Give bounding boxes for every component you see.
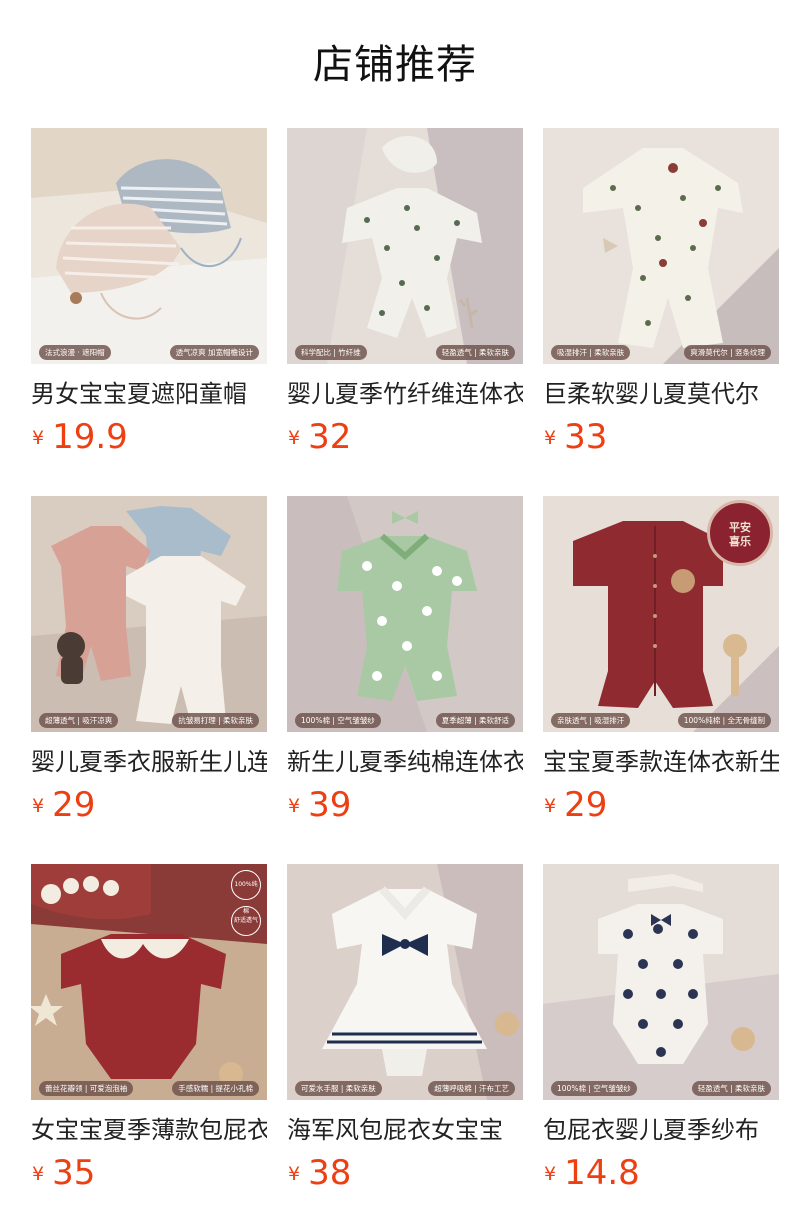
product-price: ¥19.9 xyxy=(32,415,128,459)
price-value: 38 xyxy=(308,1153,352,1193)
product-tag: 100%棉 | 空气皱皱纱 xyxy=(551,1081,637,1096)
sailor-dress-bodysuit-photo xyxy=(287,864,523,1100)
product-card[interactable]: 平安 喜乐 亲肤透气 | 吸湿排汗 100%纯棉 | 全无骨缝制 宝宝夏季款连体… xyxy=(543,496,779,826)
long-sleeve-rompers-photo xyxy=(31,496,267,732)
product-price: ¥38 xyxy=(288,1151,351,1195)
product-price: ¥32 xyxy=(288,415,351,459)
price-value: 33 xyxy=(564,417,608,457)
badge-label: 平安 喜乐 xyxy=(707,500,773,566)
product-name[interactable]: 海军风包屁衣女宝宝 xyxy=(287,1113,523,1147)
product-tag: 轻盈透气 | 柔软亲肤 xyxy=(691,1081,771,1096)
product-image[interactable]: 100%棉 | 空气皱皱纱 夏季超薄 | 柔软舒适 xyxy=(287,496,523,732)
product-tag: 超薄呼吸棉 | 汗布工艺 xyxy=(428,1081,515,1096)
product-tag: 蕾丝花瓣领 | 可爱泡泡袖 xyxy=(39,1081,134,1096)
price-value: 19.9 xyxy=(52,417,128,457)
product-card[interactable]: 可爱水手服 | 柔软亲肤 超薄呼吸棉 | 汗布工艺 海军风包屁衣女宝宝 ¥38 xyxy=(287,864,523,1194)
product-tag: 法式浪漫 · 遮阳帽 xyxy=(39,345,111,360)
currency-symbol: ¥ xyxy=(32,427,45,449)
product-tag: 吸湿排汗 | 柔软亲肤 xyxy=(551,345,631,360)
product-name[interactable]: 女宝宝夏季薄款包屁衣 xyxy=(31,1113,267,1147)
baby-bonnet-hats-photo xyxy=(31,128,267,364)
product-card[interactable]: 超薄透气 | 吸汗凉爽 抗皱易打理 | 柔软亲肤 婴儿夏季衣服新生儿连体衣 ¥2… xyxy=(31,496,267,826)
price-value: 32 xyxy=(308,417,352,457)
product-image[interactable]: 吸湿排汗 | 柔软亲肤 爽滑莫代尔 | 竖条纹理 xyxy=(543,128,779,364)
currency-symbol: ¥ xyxy=(544,427,557,449)
product-name[interactable]: 婴儿夏季竹纤维连体衣 xyxy=(287,377,523,411)
price-value: 35 xyxy=(52,1153,96,1193)
price-value: 29 xyxy=(52,785,96,825)
currency-symbol: ¥ xyxy=(288,427,301,449)
currency-symbol: ¥ xyxy=(544,795,557,817)
product-card[interactable]: 100%棉 | 空气皱皱纱 轻盈透气 | 柔软亲肤 包屁衣婴儿夏季纱布 ¥14.… xyxy=(543,864,779,1194)
product-tag: 手感软糯 | 提花小孔棉 xyxy=(172,1081,259,1096)
product-tag: 透气凉爽 加宽帽檐设计 xyxy=(169,345,259,360)
product-card[interactable]: 100%棉 | 空气皱皱纱 夏季超薄 | 柔软舒适 新生儿夏季纯棉连体衣 ¥39 xyxy=(287,496,523,826)
product-price: ¥29 xyxy=(544,783,607,827)
product-image[interactable]: 超薄透气 | 吸汗凉爽 抗皱易打理 | 柔软亲肤 xyxy=(31,496,267,732)
product-price: ¥39 xyxy=(288,783,351,827)
product-card[interactable]: 法式浪漫 · 遮阳帽 透气凉爽 加宽帽檐设计 男女宝宝夏遮阳童帽 ¥19.9 xyxy=(31,128,267,458)
product-price: ¥35 xyxy=(32,1151,95,1195)
currency-symbol: ¥ xyxy=(32,795,45,817)
product-tag: 100%棉 | 空气皱皱纱 xyxy=(295,713,381,728)
cotton-icon: 100%纯棉 xyxy=(231,870,261,915)
polka-dot-bodysuit-photo xyxy=(543,864,779,1100)
currency-symbol: ¥ xyxy=(288,1163,301,1185)
product-name[interactable]: 巨柔软婴儿夏莫代尔 xyxy=(543,377,779,411)
product-tag: 可爱水手服 | 柔软亲肤 xyxy=(295,1081,382,1096)
product-image[interactable]: 平安 喜乐 亲肤透气 | 吸湿排汗 100%纯棉 | 全无骨缝制 xyxy=(543,496,779,732)
product-card[interactable]: 吸湿排汗 | 柔软亲肤 爽滑莫代尔 | 竖条纹理 巨柔软婴儿夏莫代尔 ¥33 xyxy=(543,128,779,458)
price-value: 39 xyxy=(308,785,352,825)
product-price: ¥29 xyxy=(32,783,95,827)
product-tag: 爽滑莫代尔 | 竖条纹理 xyxy=(684,345,771,360)
bamboo-fiber-romper-photo xyxy=(287,128,523,364)
currency-symbol: ¥ xyxy=(32,1163,45,1185)
product-image[interactable]: 法式浪漫 · 遮阳帽 透气凉爽 加宽帽檐设计 xyxy=(31,128,267,364)
product-tag: 抗皱易打理 | 柔软亲肤 xyxy=(172,713,259,728)
product-tag: 夏季超薄 | 柔软舒适 xyxy=(435,713,515,728)
product-tag: 100%纯棉 | 全无骨缝制 xyxy=(677,713,771,728)
product-tag: 科学配比 | 竹纤维 xyxy=(295,345,367,360)
product-price: ¥14.8 xyxy=(544,1151,640,1195)
price-value: 14.8 xyxy=(564,1153,640,1193)
product-tag: 超薄透气 | 吸汗凉爽 xyxy=(39,713,119,728)
product-image[interactable]: 可爱水手服 | 柔软亲肤 超薄呼吸棉 | 汗布工艺 xyxy=(287,864,523,1100)
product-card[interactable]: 科学配比 | 竹纤维 轻盈透气 | 柔软亲肤 婴儿夏季竹纤维连体衣 ¥32 xyxy=(287,128,523,458)
product-tag: 轻盈透气 | 柔软亲肤 xyxy=(435,345,515,360)
feature-icons: 100%纯棉 舒适透气 xyxy=(229,870,263,936)
product-price: ¥33 xyxy=(544,415,607,459)
modal-print-romper-photo xyxy=(543,128,779,364)
product-image[interactable]: 科学配比 | 竹纤维 轻盈透气 | 柔软亲肤 xyxy=(287,128,523,364)
product-name[interactable]: 男女宝宝夏遮阳童帽 xyxy=(31,377,267,411)
product-image[interactable]: 100%棉 | 空气皱皱纱 轻盈透气 | 柔软亲肤 xyxy=(543,864,779,1100)
product-name[interactable]: 新生儿夏季纯棉连体衣 xyxy=(287,745,523,779)
product-image[interactable]: 100%纯棉 舒适透气 蕾丝花瓣领 | 可爱泡泡袖 手感软糯 | 提花小孔棉 xyxy=(31,864,267,1100)
product-name[interactable]: 宝宝夏季款连体衣新生 xyxy=(543,745,779,779)
price-value: 29 xyxy=(564,785,608,825)
breathable-icon: 舒适透气 xyxy=(231,906,261,936)
product-name[interactable]: 婴儿夏季衣服新生儿连体衣 xyxy=(31,745,267,779)
floral-short-sleeve-romper-photo xyxy=(287,496,523,732)
product-card[interactable]: 100%纯棉 舒适透气 蕾丝花瓣领 | 可爱泡泡袖 手感软糯 | 提花小孔棉 女… xyxy=(31,864,267,1194)
currency-symbol: ¥ xyxy=(288,795,301,817)
product-name[interactable]: 包屁衣婴儿夏季纱布 xyxy=(543,1113,779,1147)
product-tag: 亲肤透气 | 吸湿排汗 xyxy=(551,713,631,728)
page-title: 店铺推荐 xyxy=(313,42,477,88)
currency-symbol: ¥ xyxy=(544,1163,557,1185)
